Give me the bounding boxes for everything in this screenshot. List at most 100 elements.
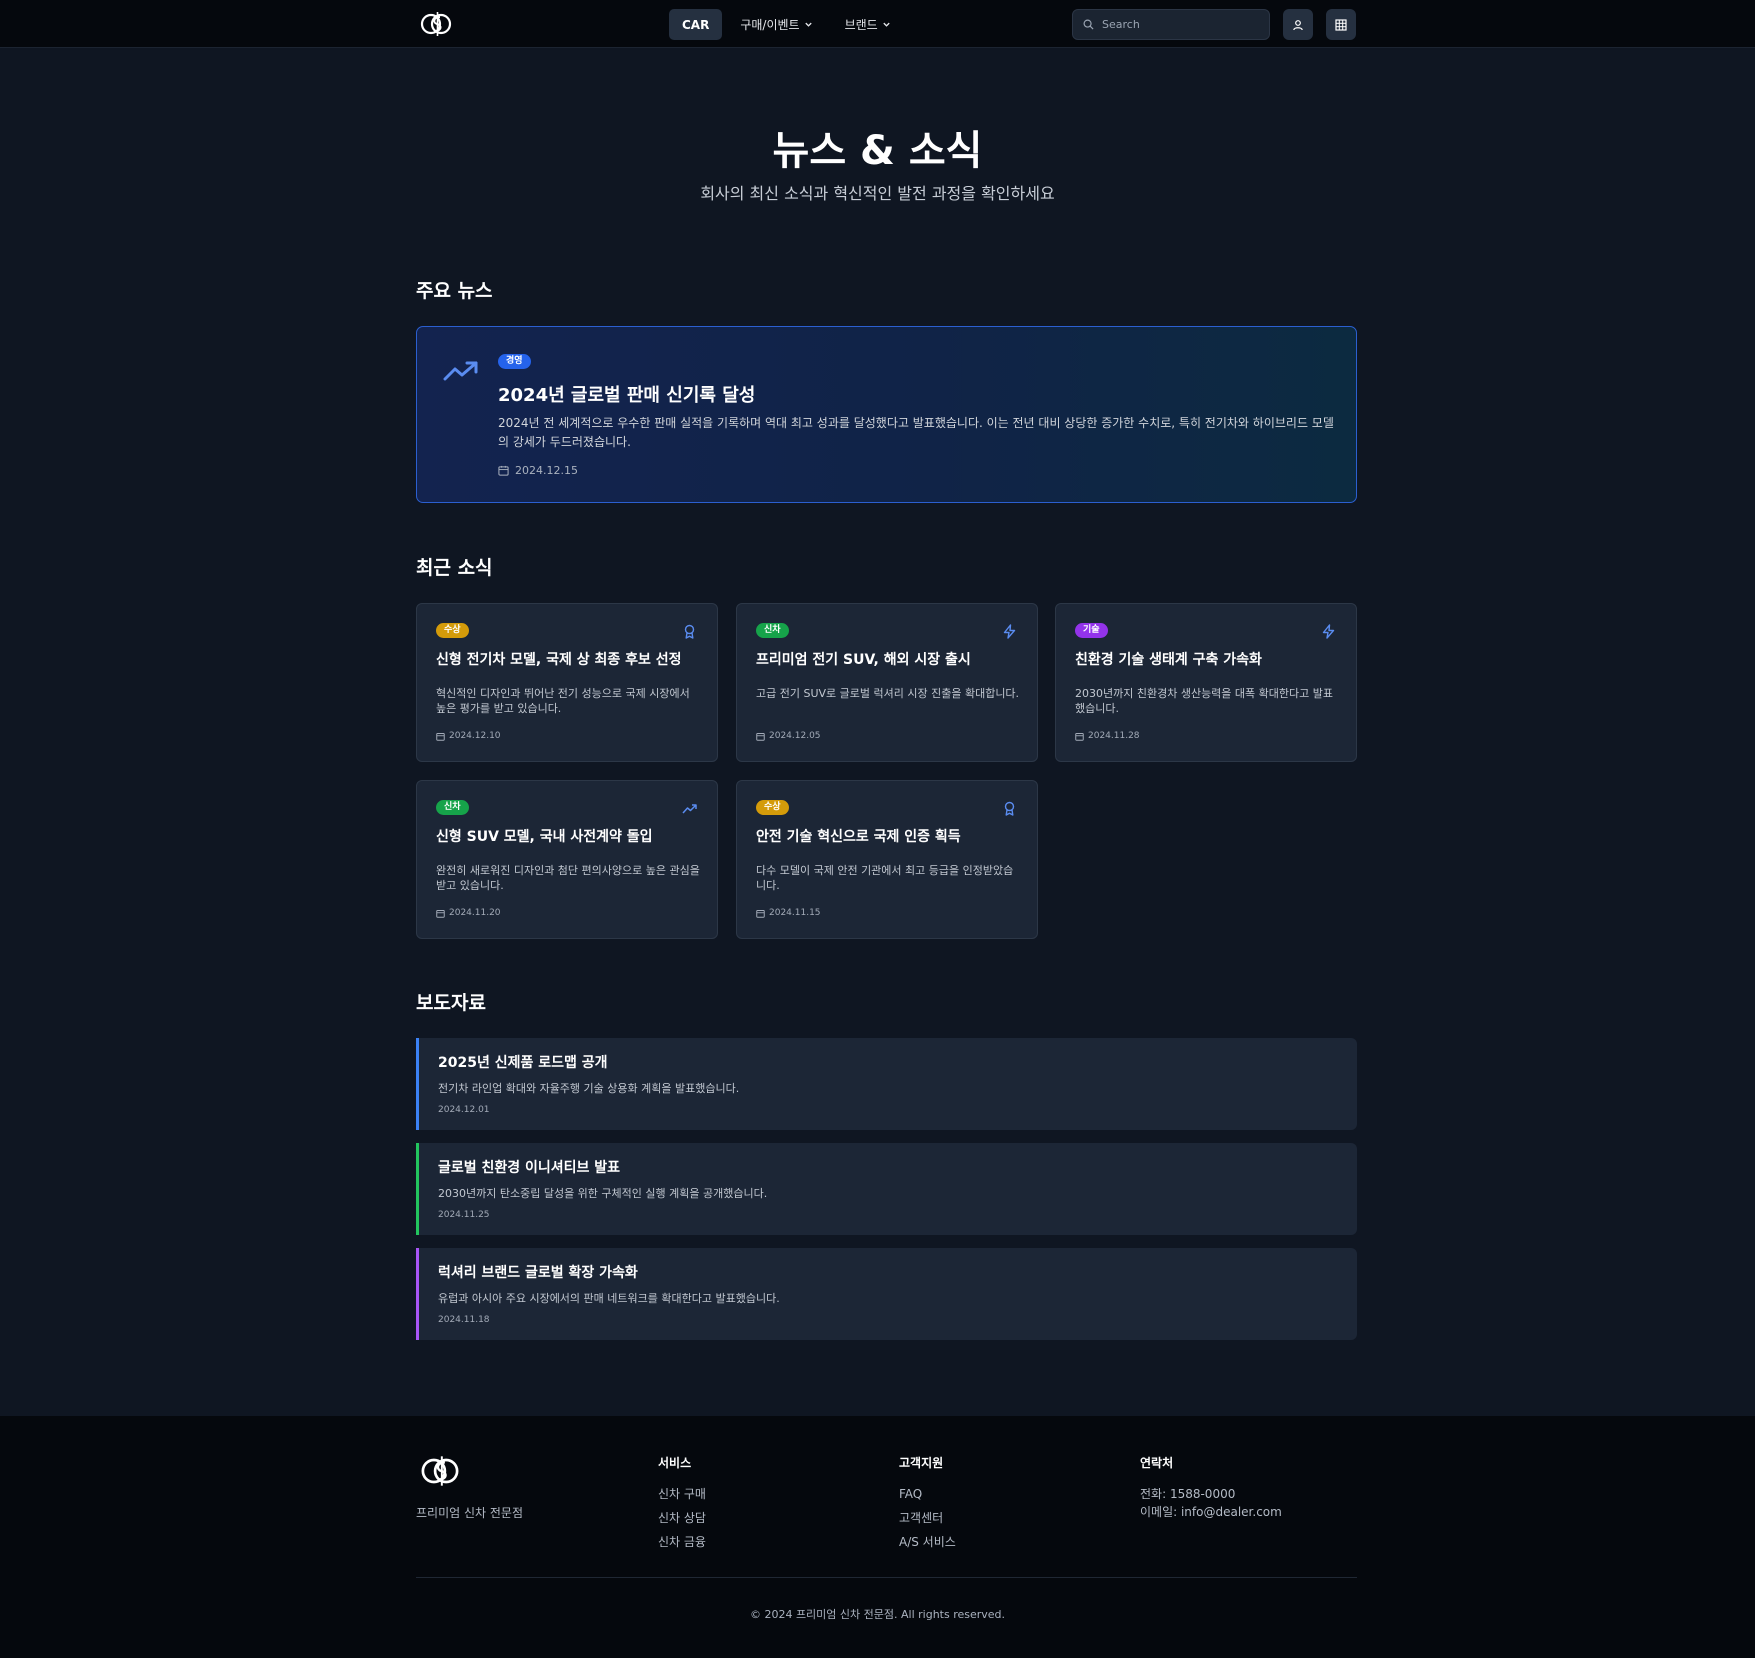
press-release-item[interactable]: 글로벌 친환경 이니셔티브 발표 2030년까지 탄소중립 달성을 위한 구체적… [416, 1143, 1357, 1235]
footer-link[interactable]: 신차 구매 [658, 1486, 706, 1510]
footer-email[interactable]: 이메일: info@dealer.com [1140, 1504, 1282, 1522]
footer-link[interactable]: 신차 금융 [658, 1534, 706, 1558]
search-icon [1083, 19, 1094, 30]
featured-date-text: 2024.12.15 [515, 464, 578, 477]
press-title: 글로벌 친환경 이니셔티브 발표 [438, 1160, 621, 1176]
footer-support-heading: 고객지원 [899, 1456, 944, 1470]
card-date-text: 2024.11.28 [1088, 731, 1140, 741]
news-card[interactable]: 신차 프리미엄 전기 SUV, 해외 시장 출시 고급 전기 SUV로 글로벌 … [736, 603, 1038, 762]
featured-title: 2024년 글로벌 판매 신기록 달성 [498, 385, 756, 406]
press-title: 2025년 신제품 로드맵 공개 [438, 1055, 608, 1071]
card-description: 2030년까지 친환경차 생산능력을 대폭 확대한다고 발표했습니다. [1075, 687, 1333, 715]
press-release-item[interactable]: 럭셔리 브랜드 글로벌 확장 가속화 유럽과 아시아 주요 시장에서의 판매 네… [416, 1248, 1357, 1340]
press-release-item[interactable]: 2025년 신제품 로드맵 공개 전기차 라인업 확대와 자율주행 기술 상용화… [416, 1038, 1357, 1130]
card-description: 완전히 새로워진 디자인과 첨단 편의사양으로 높은 관심을 받고 있습니다. [436, 864, 700, 892]
featured-news-heading: 주요 뉴스 [416, 280, 493, 302]
featured-description: 2024년 전 세계적으로 우수한 판매 실적을 기록하며 역대 최고 성과를 … [498, 416, 1334, 449]
category-badge: 수상 [436, 623, 469, 638]
card-date: 2024.11.20 [436, 908, 501, 918]
press-title: 럭셔리 브랜드 글로벌 확장 가속화 [438, 1265, 638, 1281]
press-description: 전기차 라인업 확대와 자율주행 기술 상용화 계획을 발표했습니다. [438, 1082, 740, 1095]
user-icon [1293, 19, 1303, 30]
category-badge: 기술 [1075, 623, 1108, 638]
card-date-text: 2024.11.15 [769, 908, 821, 918]
footer-support-column: 고객지원 FAQ 고객센터 A/S 서비스 [899, 1454, 956, 1558]
chevron-down-icon [883, 22, 890, 27]
news-card[interactable]: 신차 신형 SUV 모델, 국내 사전계약 돌입 완전히 새로워진 디자인과 첨… [416, 780, 718, 939]
trending-up-icon [682, 804, 697, 814]
category-badge: 경영 [498, 354, 531, 369]
calendar-icon [498, 465, 509, 476]
footer-contact-column: 연락처 전화: 1588-0000 이메일: info@dealer.com [1140, 1454, 1282, 1522]
grid-icon [1335, 18, 1347, 31]
footer-link[interactable]: 고객센터 [899, 1510, 956, 1534]
recent-news-heading: 최근 소식 [416, 557, 493, 579]
news-card[interactable]: 기술 친환경 기술 생태계 구축 가속화 2030년까지 친환경차 생산능력을 … [1055, 603, 1357, 762]
footer-link[interactable]: 신차 상담 [658, 1510, 706, 1534]
footer-divider [416, 1577, 1357, 1578]
press-date: 2024.11.25 [438, 1210, 490, 1220]
nav-brand-label: 브랜드 [844, 18, 878, 32]
award-icon [1004, 801, 1015, 816]
top-navigation-bar: CAR 구매/이벤트 브랜드 [0, 0, 1755, 48]
nav-brand-menu[interactable]: 브랜드 [831, 9, 905, 40]
press-description: 2030년까지 탄소중립 달성을 위한 구체적인 실행 계획을 공개했습니다. [438, 1187, 768, 1200]
card-date: 2024.12.10 [436, 731, 501, 741]
award-icon [684, 624, 695, 639]
footer-services-column: 서비스 신차 구매 신차 상담 신차 금융 [658, 1454, 706, 1558]
calendar-icon [756, 732, 765, 741]
card-date: 2024.12.05 [756, 731, 821, 741]
news-card[interactable]: 수상 신형 전기차 모델, 국제 상 최종 후보 선정 혁신적인 디자인과 뛰어… [416, 603, 718, 762]
footer-link[interactable]: A/S 서비스 [899, 1534, 956, 1558]
card-description: 다수 모델이 국제 안전 기관에서 최고 등급을 인정받았습니다. [756, 864, 1014, 892]
main-nav: CAR 구매/이벤트 브랜드 [669, 9, 905, 40]
nav-buy-events-label: 구매/이벤트 [740, 18, 800, 32]
grid-menu-button[interactable] [1326, 9, 1356, 40]
press-date: 2024.11.18 [438, 1315, 490, 1325]
card-date: 2024.11.28 [1075, 731, 1140, 741]
search-box [1072, 9, 1270, 40]
zap-icon [1003, 624, 1016, 639]
calendar-icon [436, 732, 445, 741]
card-title: 친환경 기술 생태계 구축 가속화 [1075, 652, 1262, 668]
featured-date: 2024.12.15 [498, 464, 578, 477]
calendar-icon [1075, 732, 1084, 741]
card-description: 고급 전기 SUV로 글로벌 럭셔리 시장 진출을 확대합니다. [756, 687, 1020, 700]
page-title: 뉴스 & 소식 [772, 128, 983, 174]
press-release-heading: 보도자료 [416, 992, 486, 1014]
trending-up-icon [443, 361, 478, 381]
card-title: 프리미엄 전기 SUV, 해외 시장 출시 [756, 652, 971, 668]
footer-services-heading: 서비스 [658, 1456, 692, 1470]
footer-phone: 전화: 1588-0000 [1140, 1487, 1236, 1501]
card-date-text: 2024.11.20 [449, 908, 501, 918]
footer: 프리미엄 신차 전문점 서비스 신차 구매 신차 상담 신차 금융 고객지원 F… [0, 1416, 1755, 1658]
footer-tagline: 프리미엄 신차 전문점 [416, 1506, 523, 1520]
card-date-text: 2024.12.10 [449, 731, 501, 741]
card-date-text: 2024.12.05 [769, 731, 821, 741]
zap-icon [1322, 624, 1335, 639]
footer-link[interactable]: FAQ [899, 1486, 956, 1510]
category-badge: 신차 [436, 800, 469, 815]
user-button[interactable] [1283, 9, 1313, 40]
chevron-down-icon [804, 22, 812, 27]
press-description: 유럽과 아시아 주요 시장에서의 판매 네트워크를 확대한다고 발표했습니다. [438, 1292, 780, 1305]
search-input[interactable] [1102, 18, 1252, 31]
copyright: © 2024 프리미엄 신차 전문점. All rights reserved. [749, 1608, 1006, 1621]
category-badge: 신차 [756, 623, 789, 638]
page-subtitle: 회사의 최신 소식과 혁신적인 발전 과정을 확인하세요 [700, 184, 1055, 203]
card-title: 신형 전기차 모델, 국제 상 최종 후보 선정 [436, 652, 682, 668]
card-title: 안전 기술 혁신으로 국제 인증 획득 [756, 829, 961, 845]
category-badge: 수상 [756, 800, 789, 815]
calendar-icon [756, 909, 765, 918]
press-date: 2024.12.01 [438, 1105, 490, 1115]
brand-logo[interactable] [418, 9, 454, 39]
card-date: 2024.11.15 [756, 908, 821, 918]
card-description: 혁신적인 디자인과 뛰어난 전기 성능으로 국제 시장에서 높은 평가를 받고 … [436, 687, 690, 715]
brand-logo[interactable] [418, 1452, 462, 1490]
nav-car[interactable]: CAR [669, 9, 723, 40]
featured-news-card[interactable]: 경영 2024년 글로벌 판매 신기록 달성 2024년 전 세계적으로 우수한… [416, 326, 1357, 503]
news-card[interactable]: 수상 안전 기술 혁신으로 국제 인증 획득 다수 모델이 국제 안전 기관에서… [736, 780, 1038, 939]
nav-buy-events-menu[interactable]: 구매/이벤트 [726, 9, 826, 40]
card-title: 신형 SUV 모델, 국내 사전계약 돌입 [436, 829, 653, 845]
footer-contact-heading: 연락처 [1140, 1456, 1174, 1470]
